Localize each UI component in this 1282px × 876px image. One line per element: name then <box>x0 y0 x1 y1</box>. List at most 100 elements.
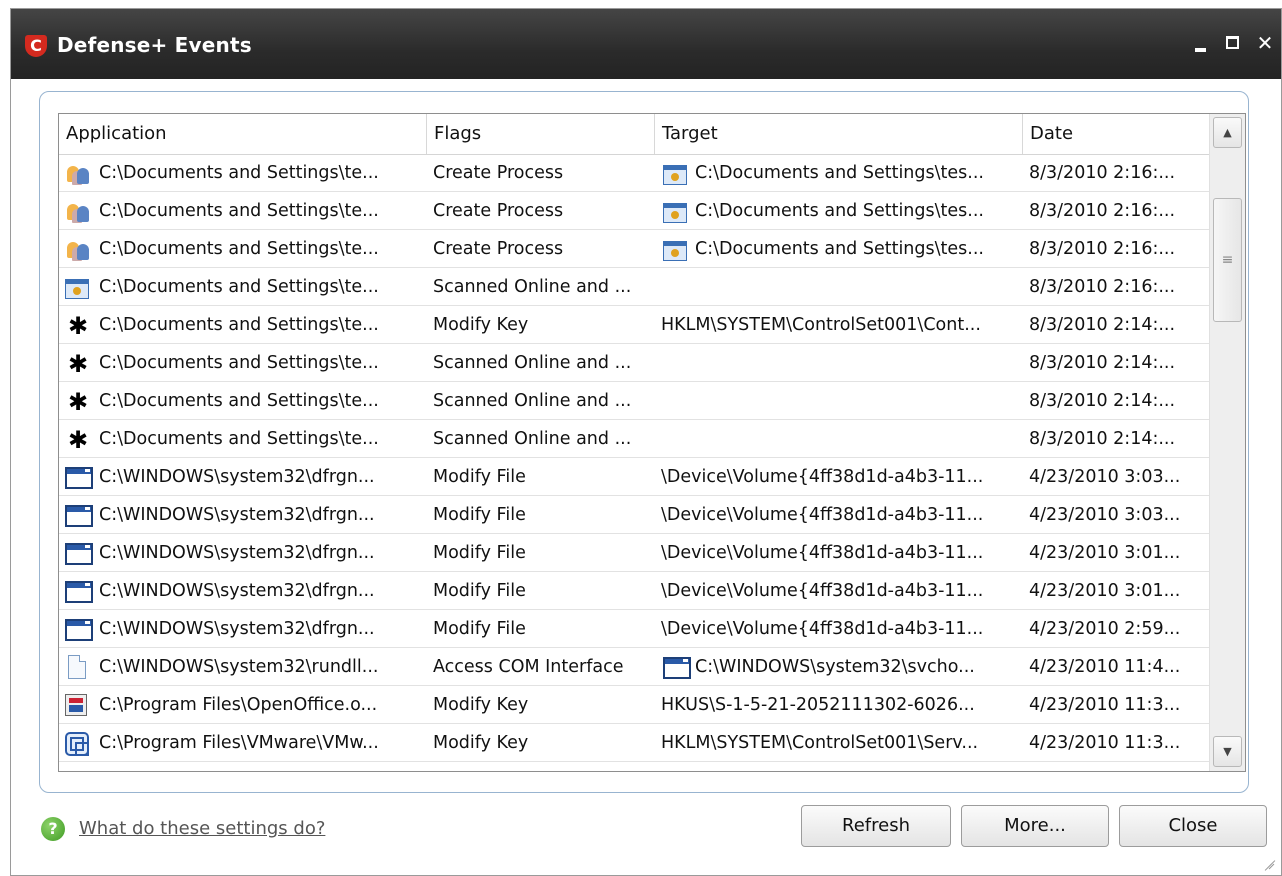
close-window-button[interactable]: ✕ <box>1251 29 1279 57</box>
events-frame: Application Flags Target Date C:\Documen… <box>39 91 1249 793</box>
cell-application: C:\Documents and Settings\te... <box>59 231 427 268</box>
help-link[interactable]: What do these settings do? <box>79 818 325 839</box>
cell-flags: Modify File <box>433 505 526 525</box>
table-row[interactable]: C:\Documents and Settings\te... Scanned O… <box>59 269 1209 306</box>
table-row[interactable]: C:\Program Files\OpenOffice.o... Modify K… <box>59 687 1209 724</box>
cell-target: \Device\Volume{4ff38d1d-a4b3-11... <box>659 573 1023 610</box>
column-header-application[interactable]: Application <box>59 114 427 154</box>
spider-icon: ✱ <box>67 426 89 454</box>
window-icon <box>65 543 93 565</box>
cell-flags: Modify Key <box>433 733 529 753</box>
window-icon <box>65 505 93 527</box>
cell-date: 8/3/2010 2:14:... <box>1029 391 1176 411</box>
application-path: C:\WINDOWS\system32\dfrgn... <box>99 543 375 563</box>
table-row[interactable]: C:\WINDOWS\system32\dfrgn... Modify File \… <box>59 459 1209 496</box>
scroll-up-button[interactable]: ▲ <box>1213 117 1242 148</box>
target-path: HKUS\S-1-5-21-2052111302-6026... <box>661 695 975 715</box>
table-row[interactable]: C:\Documents and Settings\te... Create Pr… <box>59 193 1209 230</box>
cell-date: 8/3/2010 2:14:... <box>1029 429 1176 449</box>
window-icon <box>65 581 93 603</box>
table-row[interactable]: C:\WINDOWS\system32\dfrgn... Modify File \… <box>59 535 1209 572</box>
cell-date: 8/3/2010 2:16:... <box>1029 201 1176 221</box>
vertical-scrollbar[interactable]: ▲ ≡ ▼ <box>1209 114 1245 771</box>
cell-target: \Device\Volume{4ff38d1d-a4b3-11... <box>659 497 1023 534</box>
cell-date: 4/23/2010 3:01... <box>1029 581 1181 601</box>
app-window-icon <box>663 203 687 223</box>
target-path: C:\Documents and Settings\tes... <box>695 201 984 221</box>
cell-target: \Device\Volume{4ff38d1d-a4b3-11... <box>659 459 1023 496</box>
target-path: C:\Documents and Settings\tes... <box>695 239 984 259</box>
cell-date: 8/3/2010 2:16:... <box>1029 163 1176 183</box>
cell-flags: Access COM Interface <box>433 657 624 677</box>
target-path: C:\WINDOWS\system32\svcho... <box>695 657 975 677</box>
cell-application: C:\WINDOWS\system32\dfrgn... <box>59 611 427 648</box>
window-icon <box>65 619 93 641</box>
application-path: C:\Documents and Settings\te... <box>99 353 379 373</box>
cell-target: C:\Documents and Settings\tes... <box>659 193 1023 230</box>
column-header-target[interactable]: Target <box>655 114 1023 154</box>
app-window-icon <box>663 241 687 261</box>
minimize-button[interactable] <box>1187 29 1215 57</box>
scroll-down-button[interactable]: ▼ <box>1213 736 1242 767</box>
refresh-button[interactable]: Refresh <box>801 805 951 847</box>
cell-application: ✱ C:\Documents and Settings\te... <box>59 421 427 458</box>
table-row[interactable]: C:\WINDOWS\system32\dfrgn... Modify File \… <box>59 497 1209 534</box>
cell-target: HKLM\SYSTEM\ControlSet001\Serv... <box>659 725 1023 762</box>
table-row[interactable]: C:\WINDOWS\system32\rundll... Access COM … <box>59 649 1209 686</box>
cell-date: 4/23/2010 11:4... <box>1029 657 1181 677</box>
cell-flags: Scanned Online and ... <box>433 391 632 411</box>
application-path: C:\Documents and Settings\te... <box>99 429 379 449</box>
cell-application: C:\Program Files\VMware\VMw... <box>59 725 427 762</box>
column-header-flags[interactable]: Flags <box>427 114 655 154</box>
cell-flags: Create Process <box>433 163 564 183</box>
application-path: C:\WINDOWS\system32\dfrgn... <box>99 467 375 487</box>
resize-grip-icon[interactable] <box>1261 855 1275 869</box>
cell-target <box>659 269 1023 306</box>
column-header-date[interactable]: Date <box>1023 114 1209 154</box>
spider-icon: ✱ <box>67 388 89 416</box>
cell-application: ✱ C:\Documents and Settings\te... <box>59 383 427 420</box>
close-button[interactable]: Close <box>1119 805 1267 847</box>
table-row[interactable]: C:\Program Files\VMware\VMw... Modify Key… <box>59 725 1209 762</box>
cell-flags: Modify File <box>433 467 526 487</box>
application-path: C:\Documents and Settings\te... <box>99 277 379 297</box>
cell-application: C:\WINDOWS\system32\dfrgn... <box>59 573 427 610</box>
table-row[interactable]: ✱ C:\Documents and Settings\te... Scanned … <box>59 345 1209 382</box>
application-path: C:\Documents and Settings\te... <box>99 163 379 183</box>
cell-application: C:\WINDOWS\system32\dfrgn... <box>59 459 427 496</box>
cell-application: C:\Documents and Settings\te... <box>59 269 427 306</box>
target-path: \Device\Volume{4ff38d1d-a4b3-11... <box>661 467 984 487</box>
more-button[interactable]: More... <box>961 805 1109 847</box>
table-row[interactable]: C:\Documents and Settings\te... Create Pr… <box>59 155 1209 192</box>
table-row[interactable]: ✱ C:\Documents and Settings\te... Scanned … <box>59 383 1209 420</box>
cell-flags: Create Process <box>433 201 564 221</box>
table-row[interactable]: C:\WINDOWS\system32\dfrgn... Modify File \… <box>59 611 1209 648</box>
table-row[interactable]: ✱ C:\Documents and Settings\te... Modify K… <box>59 307 1209 344</box>
target-path: \Device\Volume{4ff38d1d-a4b3-11... <box>661 543 984 563</box>
cell-date: 8/3/2010 2:14:... <box>1029 353 1176 373</box>
application-path: C:\Documents and Settings\te... <box>99 315 379 335</box>
events-table[interactable]: Application Flags Target Date C:\Documen… <box>58 113 1246 772</box>
cell-target <box>659 383 1023 420</box>
cell-application: C:\Documents and Settings\te... <box>59 155 427 192</box>
window-icon <box>663 657 691 679</box>
cell-flags: Modify File <box>433 619 526 639</box>
cell-flags: Scanned Online and ... <box>433 353 632 373</box>
table-row[interactable]: C:\Documents and Settings\te... Create Pr… <box>59 231 1209 268</box>
cell-application: ✱ C:\Documents and Settings\te... <box>59 307 427 344</box>
table-row[interactable]: ✱ C:\Documents and Settings\te... Scanned … <box>59 421 1209 458</box>
spider-icon: ✱ <box>67 350 89 378</box>
cell-flags: Modify Key <box>433 315 529 335</box>
application-path: C:\Documents and Settings\te... <box>99 391 379 411</box>
vmware-icon <box>65 732 89 756</box>
title-bar[interactable]: C Defense+ Events ✕ <box>11 9 1281 79</box>
cell-flags: Scanned Online and ... <box>433 277 632 297</box>
maximize-button[interactable] <box>1219 29 1247 57</box>
people-icon <box>65 200 91 224</box>
target-path: HKLM\SYSTEM\ControlSet001\Cont... <box>661 315 981 335</box>
table-row[interactable]: C:\WINDOWS\system32\dfrgn... Modify File \… <box>59 573 1209 610</box>
application-path: C:\WINDOWS\system32\dfrgn... <box>99 619 375 639</box>
cell-target: \Device\Volume{4ff38d1d-a4b3-11... <box>659 535 1023 572</box>
cell-target <box>659 345 1023 382</box>
scroll-thumb[interactable]: ≡ <box>1213 198 1242 322</box>
